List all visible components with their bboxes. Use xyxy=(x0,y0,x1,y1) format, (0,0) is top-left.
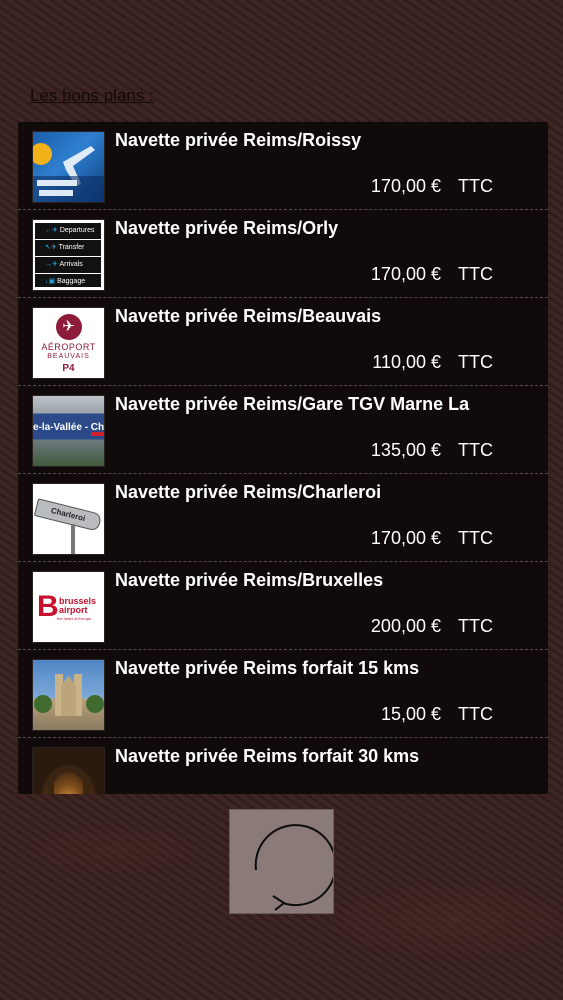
list-item[interactable]: Navette privée Reims forfait 15 kms 15,0… xyxy=(18,650,548,738)
sign-line-departures: ←✈ Departures xyxy=(35,223,101,240)
row-title: Navette privée Reims forfait 15 kms xyxy=(115,658,420,678)
arrow-diagonal-icon: ↖✈ xyxy=(45,244,57,251)
gare-sign-thumbnail: e-la-Vallée - Ch xyxy=(32,395,105,467)
sign-pole xyxy=(71,524,75,554)
arrow-down-icon: ↓▣ xyxy=(45,278,56,285)
row-tax-label: TTC xyxy=(458,264,493,284)
row-price: 170,00 € xyxy=(370,176,441,196)
row-title: Navette privée Reims/Beauvais xyxy=(115,306,382,326)
list-item[interactable]: Navette privée Reims forfait 30 kms xyxy=(18,738,548,794)
sign-line-arrivals: →✈ Arrivals xyxy=(35,257,101,274)
row-price: 200,00 € xyxy=(370,616,441,636)
cathedral-photo-thumbnail xyxy=(32,659,105,731)
row-title: Navette privée Reims/Charleroi xyxy=(115,482,382,502)
charleroi-sign-thumbnail: Charleroi xyxy=(32,483,105,555)
arch-icon xyxy=(47,765,90,794)
row-tax-label: TTC xyxy=(458,440,493,460)
sign-line-transfer: ↖✈ Transfer xyxy=(35,240,101,257)
list-item[interactable]: e-la-Vallée - Ch Navette privée Reims/Ga… xyxy=(18,386,548,474)
row-title: Navette privée Reims/Roissy xyxy=(115,130,362,150)
row-price: 170,00 € xyxy=(370,528,441,548)
list-item[interactable]: ←✈ Departures ↖✈ Transfer →✈ Arrivals ↓▣… xyxy=(18,210,548,298)
offers-list[interactable]: Navette privée Reims/Roissy 170,00 € TTC… xyxy=(18,122,548,794)
arrow-left-icon: ←✈ xyxy=(45,227,58,234)
cathedral-icon xyxy=(34,674,104,716)
beauvais-logo-line1: AÉROPORT xyxy=(41,342,96,352)
brussels-logo-thumbnail: B brussels airport the heart of Europe xyxy=(32,571,105,643)
beauvais-logo-line3: P4 xyxy=(62,363,75,374)
sign-stripe xyxy=(91,432,104,436)
refresh-icon xyxy=(254,824,337,911)
brussels-b-icon: B xyxy=(37,590,59,623)
brussels-logo-line2: airport xyxy=(59,605,88,615)
row-price: 15,00 € xyxy=(380,704,441,724)
row-tax-label: TTC xyxy=(458,176,493,196)
list-item[interactable]: Navette privée Reims/Roissy 170,00 € TTC xyxy=(18,122,548,210)
beauvais-logo-line2: BEAUVAIS xyxy=(47,353,90,360)
row-title: Navette privée Reims/Orly xyxy=(115,218,339,238)
row-title: Navette privée Reims forfait 30 kms xyxy=(115,746,420,766)
list-item[interactable]: B brussels airport the heart of Europe N… xyxy=(18,562,548,650)
roissy-photo-thumbnail xyxy=(32,131,105,203)
row-tax-label: TTC xyxy=(458,352,493,372)
refresh-button[interactable] xyxy=(229,809,337,914)
row-tax-label: TTC xyxy=(458,616,493,636)
list-item[interactable]: ✈ AÉROPORT BEAUVAIS P4 Navette privée Re… xyxy=(18,298,548,386)
row-tax-label: TTC xyxy=(458,704,493,724)
arrow-right-icon: →✈ xyxy=(45,261,58,268)
beauvais-plane-icon: ✈ xyxy=(55,314,82,340)
row-price: 170,00 € xyxy=(370,264,441,284)
arch-photo-thumbnail xyxy=(32,747,105,794)
orly-signs-thumbnail: ←✈ Departures ↖✈ Transfer →✈ Arrivals ↓▣… xyxy=(32,219,105,291)
brussels-logo-line3: the heart of Europe xyxy=(57,616,92,621)
road-sign-text: Charleroi xyxy=(49,505,87,524)
row-title: Navette privée Reims/Gare TGV Marne La xyxy=(115,394,470,414)
airplane-icon xyxy=(33,143,104,202)
list-item[interactable]: Charleroi Navette privée Reims/Charleroi… xyxy=(18,474,548,562)
sign-line-baggage: ↓▣ Baggage xyxy=(45,278,86,285)
row-title: Navette privée Reims/Bruxelles xyxy=(115,570,384,590)
sign-board: ←✈ Departures ↖✈ Transfer →✈ Arrivals ↓▣… xyxy=(35,223,101,287)
row-price: 135,00 € xyxy=(370,440,441,460)
row-price: 110,00 € xyxy=(372,352,441,372)
road-sign: Charleroi xyxy=(33,498,103,532)
section-title[interactable]: Les bons plans : xyxy=(30,86,154,106)
row-tax-label: TTC xyxy=(458,528,493,548)
beauvais-logo-thumbnail: ✈ AÉROPORT BEAUVAIS P4 xyxy=(32,307,105,379)
